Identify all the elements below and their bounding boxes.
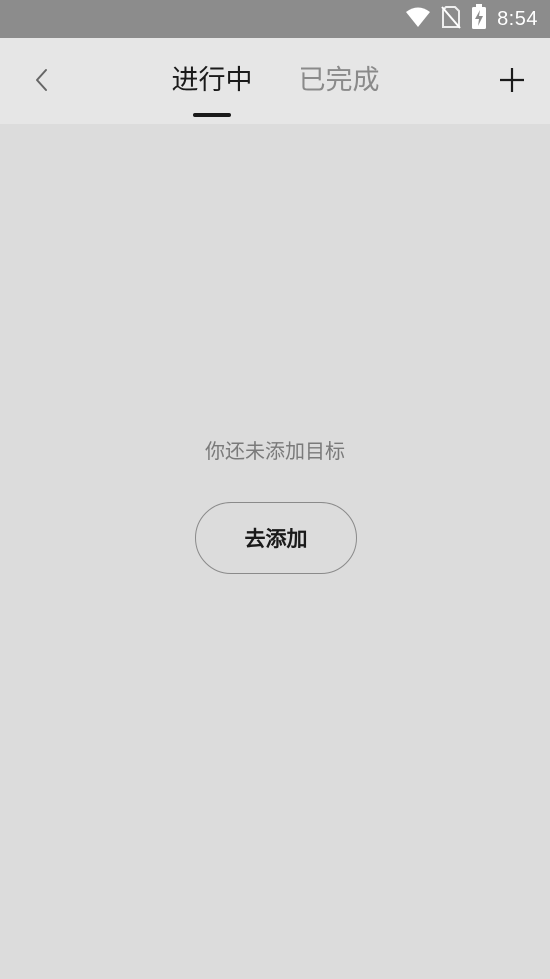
status-bar: 8:54 bbox=[0, 0, 550, 38]
add-goal-button[interactable]: 去添加 bbox=[195, 502, 357, 574]
no-sim-icon bbox=[441, 5, 461, 33]
status-time: 8:54 bbox=[497, 7, 538, 30]
tab-completed[interactable]: 已完成 bbox=[294, 58, 384, 104]
active-tab-indicator bbox=[193, 113, 231, 117]
status-icons: 8:54 bbox=[405, 0, 538, 38]
empty-state-message: 你还未添加目标 bbox=[205, 439, 345, 463]
plus-icon bbox=[498, 66, 526, 98]
wifi-icon bbox=[405, 6, 431, 32]
tab-in-progress[interactable]: 进行中 bbox=[167, 58, 257, 104]
nav-bar: 进行中 已完成 bbox=[0, 38, 550, 124]
add-button[interactable] bbox=[492, 62, 532, 102]
chevron-left-icon bbox=[34, 67, 50, 97]
battery-charging-icon bbox=[471, 4, 487, 34]
back-button[interactable] bbox=[22, 62, 62, 102]
